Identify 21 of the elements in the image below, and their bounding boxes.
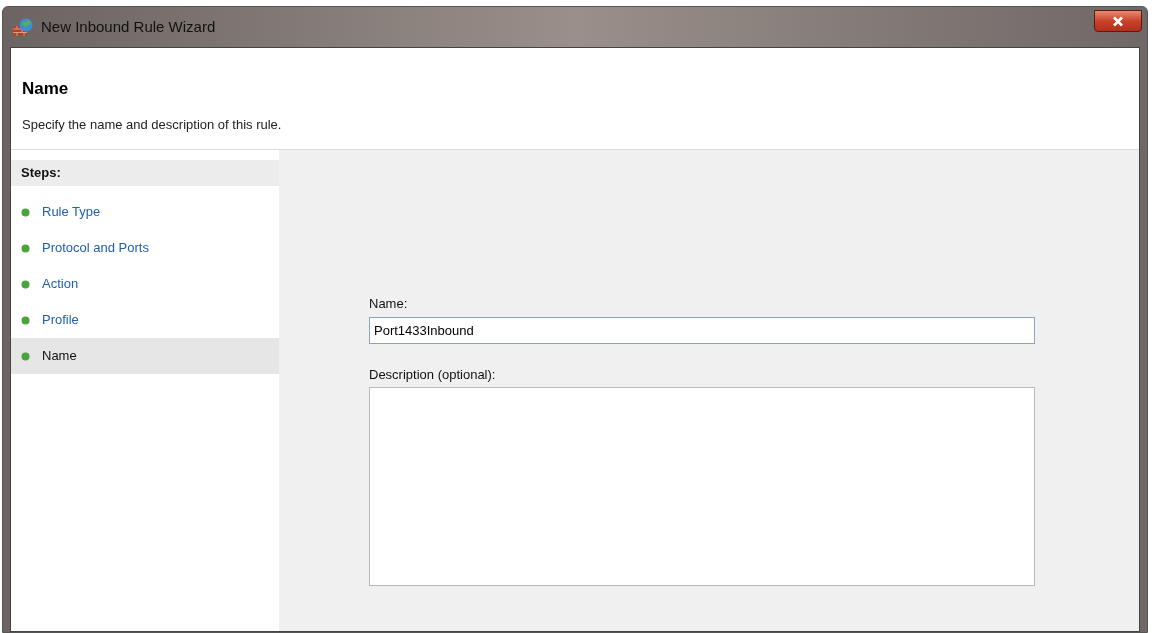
bullet-icon [21,207,30,217]
step-item[interactable]: Protocol and Ports [11,230,279,266]
close-icon [1112,15,1124,27]
bullet-icon [21,315,30,325]
name-label: Name: [369,295,409,313]
page-subtitle: Specify the name and description of this rule. [22,115,283,134]
bullet-icon [21,279,30,289]
step-item[interactable]: Rule Type [11,194,279,230]
step-item[interactable]: Name [11,338,279,374]
bullet-icon [21,351,30,361]
step-item[interactable]: Profile [11,302,279,338]
steps-heading: Steps: [11,160,279,186]
window-title: New Inbound Rule Wizard [41,16,216,37]
firewall-globe-icon [12,17,34,37]
description-label: Description (optional): [369,365,497,384]
description-field[interactable] [369,387,1035,586]
page-title: Name [22,78,70,100]
step-item[interactable]: Action [11,266,279,302]
bullet-icon [21,243,30,253]
close-button[interactable] [1094,10,1142,32]
name-field[interactable]: Port1433Inbound [369,316,1035,344]
